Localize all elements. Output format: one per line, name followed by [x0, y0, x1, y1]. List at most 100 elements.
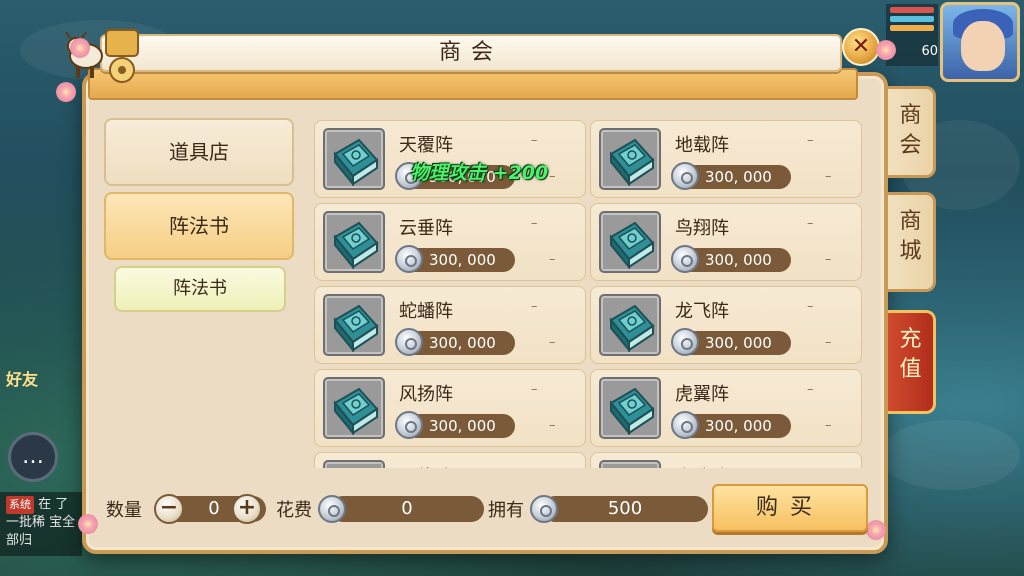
tab-mall[interactable]: 商 城	[888, 192, 936, 292]
item-price-value: 300, 000	[705, 168, 772, 186]
item-name: 天覆阵	[399, 135, 453, 156]
item-card[interactable]: 雷绝阵––	[314, 452, 586, 468]
item-card[interactable]: 龙飞阵 – – 300, 000	[590, 286, 862, 364]
cost-value: 0	[401, 498, 413, 519]
item-dash: –	[549, 252, 556, 267]
title-ribbon	[88, 68, 858, 100]
tab-chamber-of-commerce[interactable]: 商 会	[888, 86, 936, 178]
formation-book-icon	[323, 211, 385, 273]
silver-coin-icon	[671, 245, 699, 273]
chat-preview[interactable]: 系统 在 了一批稀 宝全部归	[0, 492, 82, 556]
item-dash: –	[549, 169, 556, 184]
item-card[interactable]: 蛇蟠阵 – – 300, 000	[314, 286, 586, 364]
flower-decoration	[876, 40, 896, 60]
item-dash: –	[531, 299, 538, 314]
item-card[interactable]: 虎翼阵 – – 300, 000	[590, 369, 862, 447]
owned-label: 拥有	[488, 500, 524, 521]
cost-field: 0	[330, 496, 484, 522]
player-avatar[interactable]	[940, 2, 1020, 82]
item-dash: –	[825, 335, 832, 350]
item-dash: –	[549, 335, 556, 350]
close-button[interactable]: ✕	[842, 28, 880, 66]
item-price: 300, 000	[671, 411, 791, 439]
item-dash: –	[807, 133, 814, 148]
formation-book-icon	[323, 377, 385, 439]
category-item-formation-books[interactable]: 阵法书	[104, 192, 294, 260]
formation-book-icon	[599, 211, 661, 273]
silver-coin-icon	[671, 411, 699, 439]
item-price-value: 300, 000	[705, 417, 772, 435]
item-price: 300, 000	[671, 328, 791, 356]
item-card[interactable]: 地载阵 – – 300, 000	[590, 120, 862, 198]
item-name: 虎翼阵	[675, 384, 729, 405]
quantity-increase-button[interactable]: +	[232, 494, 262, 524]
item-price: 300, 000	[395, 411, 515, 439]
window-title: 商会	[100, 34, 842, 72]
formation-book-icon	[599, 377, 661, 439]
formation-book-icon	[323, 294, 385, 356]
close-icon: ✕	[851, 34, 871, 59]
item-dash: –	[531, 465, 538, 468]
flower-decoration	[70, 38, 90, 58]
friends-button[interactable]: 好友	[2, 362, 64, 418]
minus-icon: −	[159, 495, 179, 520]
item-price: 300, 000	[395, 245, 515, 273]
item-price: 300, 000	[395, 328, 515, 356]
formation-book-icon	[323, 128, 385, 190]
chat-bubble-icon[interactable]: …	[8, 432, 58, 482]
silver-coin-icon	[671, 328, 699, 356]
item-name: 鹰啸阵	[675, 463, 729, 468]
item-card[interactable]: 鹰啸阵––	[590, 452, 862, 468]
item-dash: –	[531, 133, 538, 148]
silver-coin-icon	[530, 495, 558, 523]
item-price-value: 300, 000	[705, 251, 772, 269]
owned-field: 500	[542, 496, 708, 522]
friends-label: 好友	[6, 370, 39, 389]
item-dash: –	[825, 418, 832, 433]
silver-coin-icon	[395, 245, 423, 273]
quantity-label: 数量	[106, 500, 142, 521]
tab-label: 商 会	[899, 103, 922, 158]
quantity-decrease-button[interactable]: −	[154, 494, 184, 524]
item-name: 鸟翔阵	[675, 218, 729, 239]
item-dash: –	[807, 382, 814, 397]
item-price-value: 300, 000	[429, 334, 496, 352]
item-card[interactable]: 云垂阵 – – 300, 000	[314, 203, 586, 281]
tab-label: 充 值	[899, 327, 922, 382]
formation-book-icon	[599, 294, 661, 356]
silver-coin-icon	[318, 495, 346, 523]
quantity-value: 0	[208, 498, 220, 519]
formation-book-icon	[323, 460, 385, 468]
formation-book-icon	[599, 128, 661, 190]
item-name: 风扬阵	[399, 384, 453, 405]
item-name: 雷绝阵	[399, 463, 453, 468]
item-dash: –	[825, 169, 832, 184]
item-dash: –	[531, 216, 538, 231]
silver-coin-icon	[395, 328, 423, 356]
category-item-shop[interactable]: 道具店	[104, 118, 294, 186]
tab-recharge[interactable]: 充 值	[888, 310, 936, 414]
subcategory-formation-books[interactable]: 阵法书	[114, 266, 286, 312]
item-name: 龙飞阵	[675, 301, 729, 322]
tab-label: 商 城	[899, 209, 922, 264]
item-card[interactable]: 风扬阵 – – 300, 000	[314, 369, 586, 447]
item-dash: –	[825, 252, 832, 267]
item-price: 300, 000	[671, 245, 791, 273]
formation-book-icon	[599, 460, 661, 468]
owned-value: 500	[607, 498, 643, 519]
flower-decoration	[78, 514, 98, 534]
silver-coin-icon	[395, 411, 423, 439]
item-dash: –	[807, 465, 814, 468]
buy-button[interactable]: 购买	[712, 484, 868, 532]
item-card[interactable]: 鸟翔阵 – – 300, 000	[590, 203, 862, 281]
item-dash: –	[549, 418, 556, 433]
item-price-value: 300, 000	[429, 417, 496, 435]
item-price: 300, 000	[671, 162, 791, 190]
cost-label: 花费	[276, 500, 312, 521]
item-grid[interactable]: 天覆阵 – –300, 000 地载阵 – –300, 000 云垂阵 – –300, 000 鸟…	[314, 118, 866, 468]
silver-coin-icon	[671, 162, 699, 190]
plus-icon: +	[237, 495, 257, 520]
item-name: 蛇蟠阵	[399, 301, 453, 322]
item-name: 地载阵	[675, 135, 729, 156]
item-dash: –	[807, 216, 814, 231]
